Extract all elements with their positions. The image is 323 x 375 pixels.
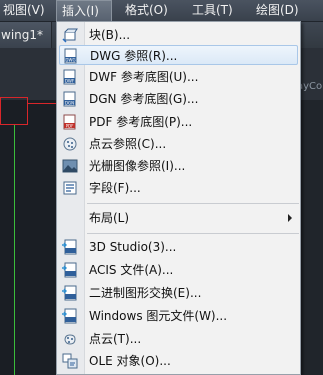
menu-item-label: 布局(L) <box>89 211 130 225</box>
menu-item-label: 光栅图像参照(I)... <box>89 159 186 173</box>
menu-item-field[interactable]: 字段(F)... <box>59 178 298 198</box>
menu-item-point-cloud-reference[interactable]: 点云参照(C)... <box>59 134 298 154</box>
menu-format[interactable]: 格式(O) <box>125 0 168 21</box>
document-tab[interactable]: wing1* <box>0 22 52 48</box>
menu-item-label: 字段(F)... <box>89 181 141 195</box>
menu-item-label: ACIS 文件(A)... <box>89 263 174 277</box>
wmf-import-icon <box>62 308 77 324</box>
svg-text:PDF: PDF <box>66 123 74 128</box>
menu-item-label: 二进制图形交换(E)... <box>89 286 202 300</box>
svg-text:DWF: DWF <box>65 78 75 83</box>
acis-import-icon <box>62 262 77 278</box>
pdf-underlay-icon: PDF <box>63 114 76 130</box>
dxb-import-icon <box>62 285 77 301</box>
menu-item-ole-object[interactable]: OLE 对象(O)... <box>59 351 298 371</box>
menu-item-label: Windows 图元文件(W)... <box>89 309 228 323</box>
menu-item-dgn-underlay[interactable]: DGN DGN 参考底图(G)... <box>59 89 298 109</box>
menu-item-dwg-reference[interactable]: DWG DWG 参照(R)... <box>59 45 298 65</box>
point-cloud-icon <box>64 334 76 345</box>
menu-item-acis-file[interactable]: ACIS 文件(A)... <box>59 260 298 280</box>
menu-tools[interactable]: 工具(T) <box>192 0 233 21</box>
menu-item-layout[interactable]: 布局(L) <box>59 208 298 228</box>
menu-item-pdf-underlay[interactable]: PDF PDF 参考底图(P)... <box>59 112 298 132</box>
menu-item-label: 块(B)... <box>89 28 131 42</box>
menu-item-block[interactable]: 块(B)... <box>59 25 298 45</box>
menu-item-windows-metafile[interactable]: Windows 图元文件(W)... <box>59 306 298 326</box>
menu-bar: 视图(V) 插入(I) 格式(O) 工具(T) 绘图(D) <box>0 0 323 22</box>
menu-view[interactable]: 视图(V) <box>3 0 45 21</box>
menu-draw[interactable]: 绘图(D) <box>256 0 299 21</box>
menu-item-label: PDF 参考底图(P)... <box>89 115 193 129</box>
drawing-green-line <box>14 125 15 375</box>
block-icon <box>62 28 78 43</box>
ole-object-icon <box>62 353 78 369</box>
menu-item-3d-studio[interactable]: 3D Studio(3)... <box>59 237 298 257</box>
dgn-underlay-icon: DGN <box>63 91 76 107</box>
insert-dropdown-menu: 块(B)... DWG DWG 参照(R)... DWF DWF 参考底图(U)… <box>56 21 301 375</box>
point-cloud-reference-icon <box>63 137 77 151</box>
menu-item-label: DWG 参照(R)... <box>90 49 178 63</box>
menu-item-point-cloud[interactable]: 点云(T)... <box>59 329 298 349</box>
menu-separator <box>87 233 299 234</box>
menu-insert[interactable]: 插入(I) <box>56 0 112 21</box>
menu-item-binary-drawing-exchange[interactable]: 二进制图形交换(E)... <box>59 283 298 303</box>
menu-item-label: OLE 对象(O)... <box>89 354 171 368</box>
menu-item-label: 3D Studio(3)... <box>89 240 177 254</box>
menu-separator <box>87 203 299 204</box>
raster-image-icon <box>62 159 78 173</box>
svg-text:DGN: DGN <box>65 100 74 105</box>
dwg-reference-icon: DWG <box>64 48 77 64</box>
dwf-underlay-icon: DWF <box>63 69 76 85</box>
submenu-arrow-icon <box>288 214 292 222</box>
drawing-red-rectangle <box>0 97 28 125</box>
drawing-red-line <box>28 103 56 104</box>
menu-item-label: 点云(T)... <box>89 332 142 346</box>
menu-item-label: 点云参照(C)... <box>89 137 167 151</box>
field-icon <box>63 181 77 195</box>
svg-text:DWG: DWG <box>65 57 75 62</box>
menu-item-label: DWF 参考底图(U)... <box>89 70 199 84</box>
menu-item-label: DGN 参考底图(G)... <box>89 92 199 106</box>
3ds-import-icon <box>62 239 77 255</box>
menu-item-dwf-underlay[interactable]: DWF DWF 参考底图(U)... <box>59 67 298 87</box>
menu-item-raster-image[interactable]: 光栅图像参照(I)... <box>59 156 298 176</box>
